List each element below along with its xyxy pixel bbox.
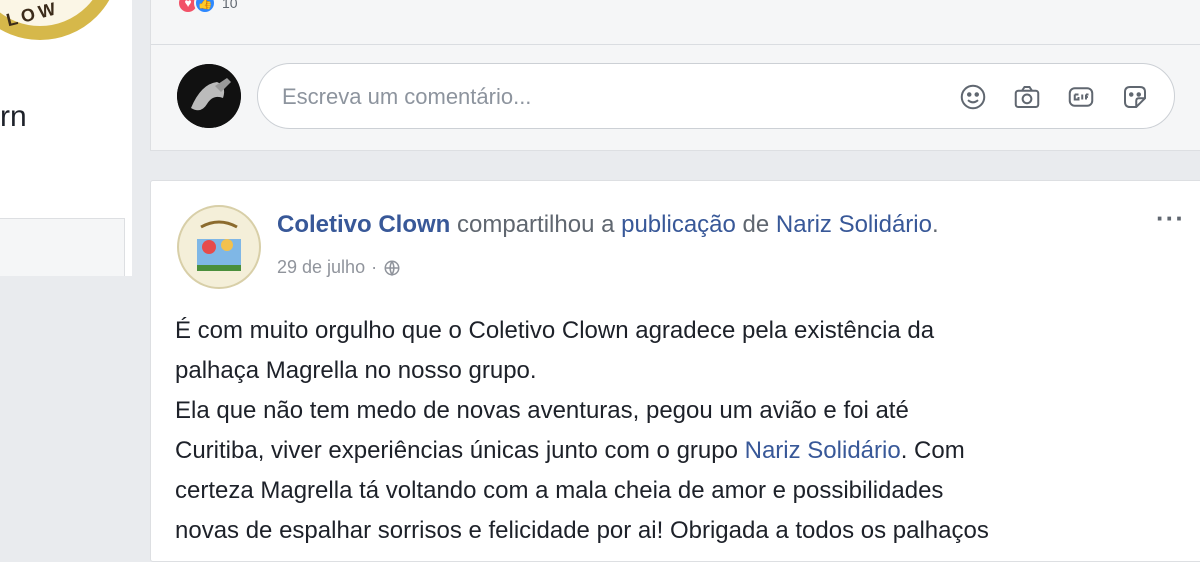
- globe-icon[interactable]: [383, 259, 401, 277]
- post-line-part: . Com: [900, 437, 965, 464]
- left-column: LOW rn: [0, 0, 132, 550]
- of-text: de: [742, 211, 770, 238]
- nariz-solidario-link[interactable]: Nariz Solidário: [745, 437, 901, 464]
- post-line: É com muito orgulho que o Coletivo Clown…: [175, 317, 935, 344]
- header-period: .: [931, 211, 939, 238]
- emoji-icon[interactable]: [956, 80, 990, 114]
- comment-composer[interactable]: [257, 63, 1175, 129]
- post-text: É com muito orgulho que o Coletivo Clown…: [175, 311, 1185, 551]
- post-date[interactable]: 29 de julho: [277, 257, 365, 278]
- previous-post-footer: ♥ 👍 10: [150, 0, 1200, 151]
- left-background: [0, 276, 132, 550]
- meta-separator: ·: [371, 257, 378, 277]
- author-link[interactable]: Coletivo Clown: [277, 211, 450, 238]
- left-partial-text: rn: [0, 100, 27, 133]
- gif-icon[interactable]: [1064, 80, 1098, 114]
- comment-input[interactable]: [280, 81, 884, 113]
- avatar[interactable]: [177, 64, 241, 128]
- reaction-count[interactable]: 10: [222, 0, 238, 11]
- like-reaction-icon: 👍: [194, 0, 216, 14]
- original-page-link[interactable]: Nariz Solidário: [776, 211, 932, 238]
- post-line-part: Curitiba, viver experiências únicas junt…: [175, 437, 738, 464]
- reaction-summary[interactable]: ♥ 👍 10: [177, 0, 238, 14]
- post-line: novas de espalhar sorrisos e felicidade …: [175, 517, 989, 544]
- post-line: palhaça Magrella no nosso grupo.: [175, 357, 537, 384]
- shared-text: compartilhou a: [457, 211, 615, 238]
- post-card: Coletivo Clown compartilhou a publicação…: [150, 180, 1200, 562]
- post-header: Coletivo Clown compartilhou a publicação…: [277, 211, 939, 239]
- camera-icon[interactable]: [1010, 80, 1044, 114]
- page-avatar-image: [181, 209, 257, 285]
- left-panel-box: [0, 218, 125, 278]
- post-line: certeza Magrella tá voltando com a mala …: [175, 477, 944, 504]
- group-logo[interactable]: LOW: [0, 0, 128, 55]
- publication-link[interactable]: publicação: [621, 211, 736, 238]
- sticker-icon[interactable]: [1118, 80, 1152, 114]
- divider: [151, 44, 1200, 45]
- post-line: Curitiba, viver experiências únicas junt…: [175, 431, 1185, 471]
- post-line: Ela que não tem medo de novas aventuras,…: [175, 397, 909, 424]
- post-meta: 29 de julho ·: [277, 257, 401, 278]
- page-avatar[interactable]: [177, 205, 261, 289]
- more-options-button[interactable]: ···: [1156, 203, 1185, 234]
- avatar-image: [177, 64, 241, 128]
